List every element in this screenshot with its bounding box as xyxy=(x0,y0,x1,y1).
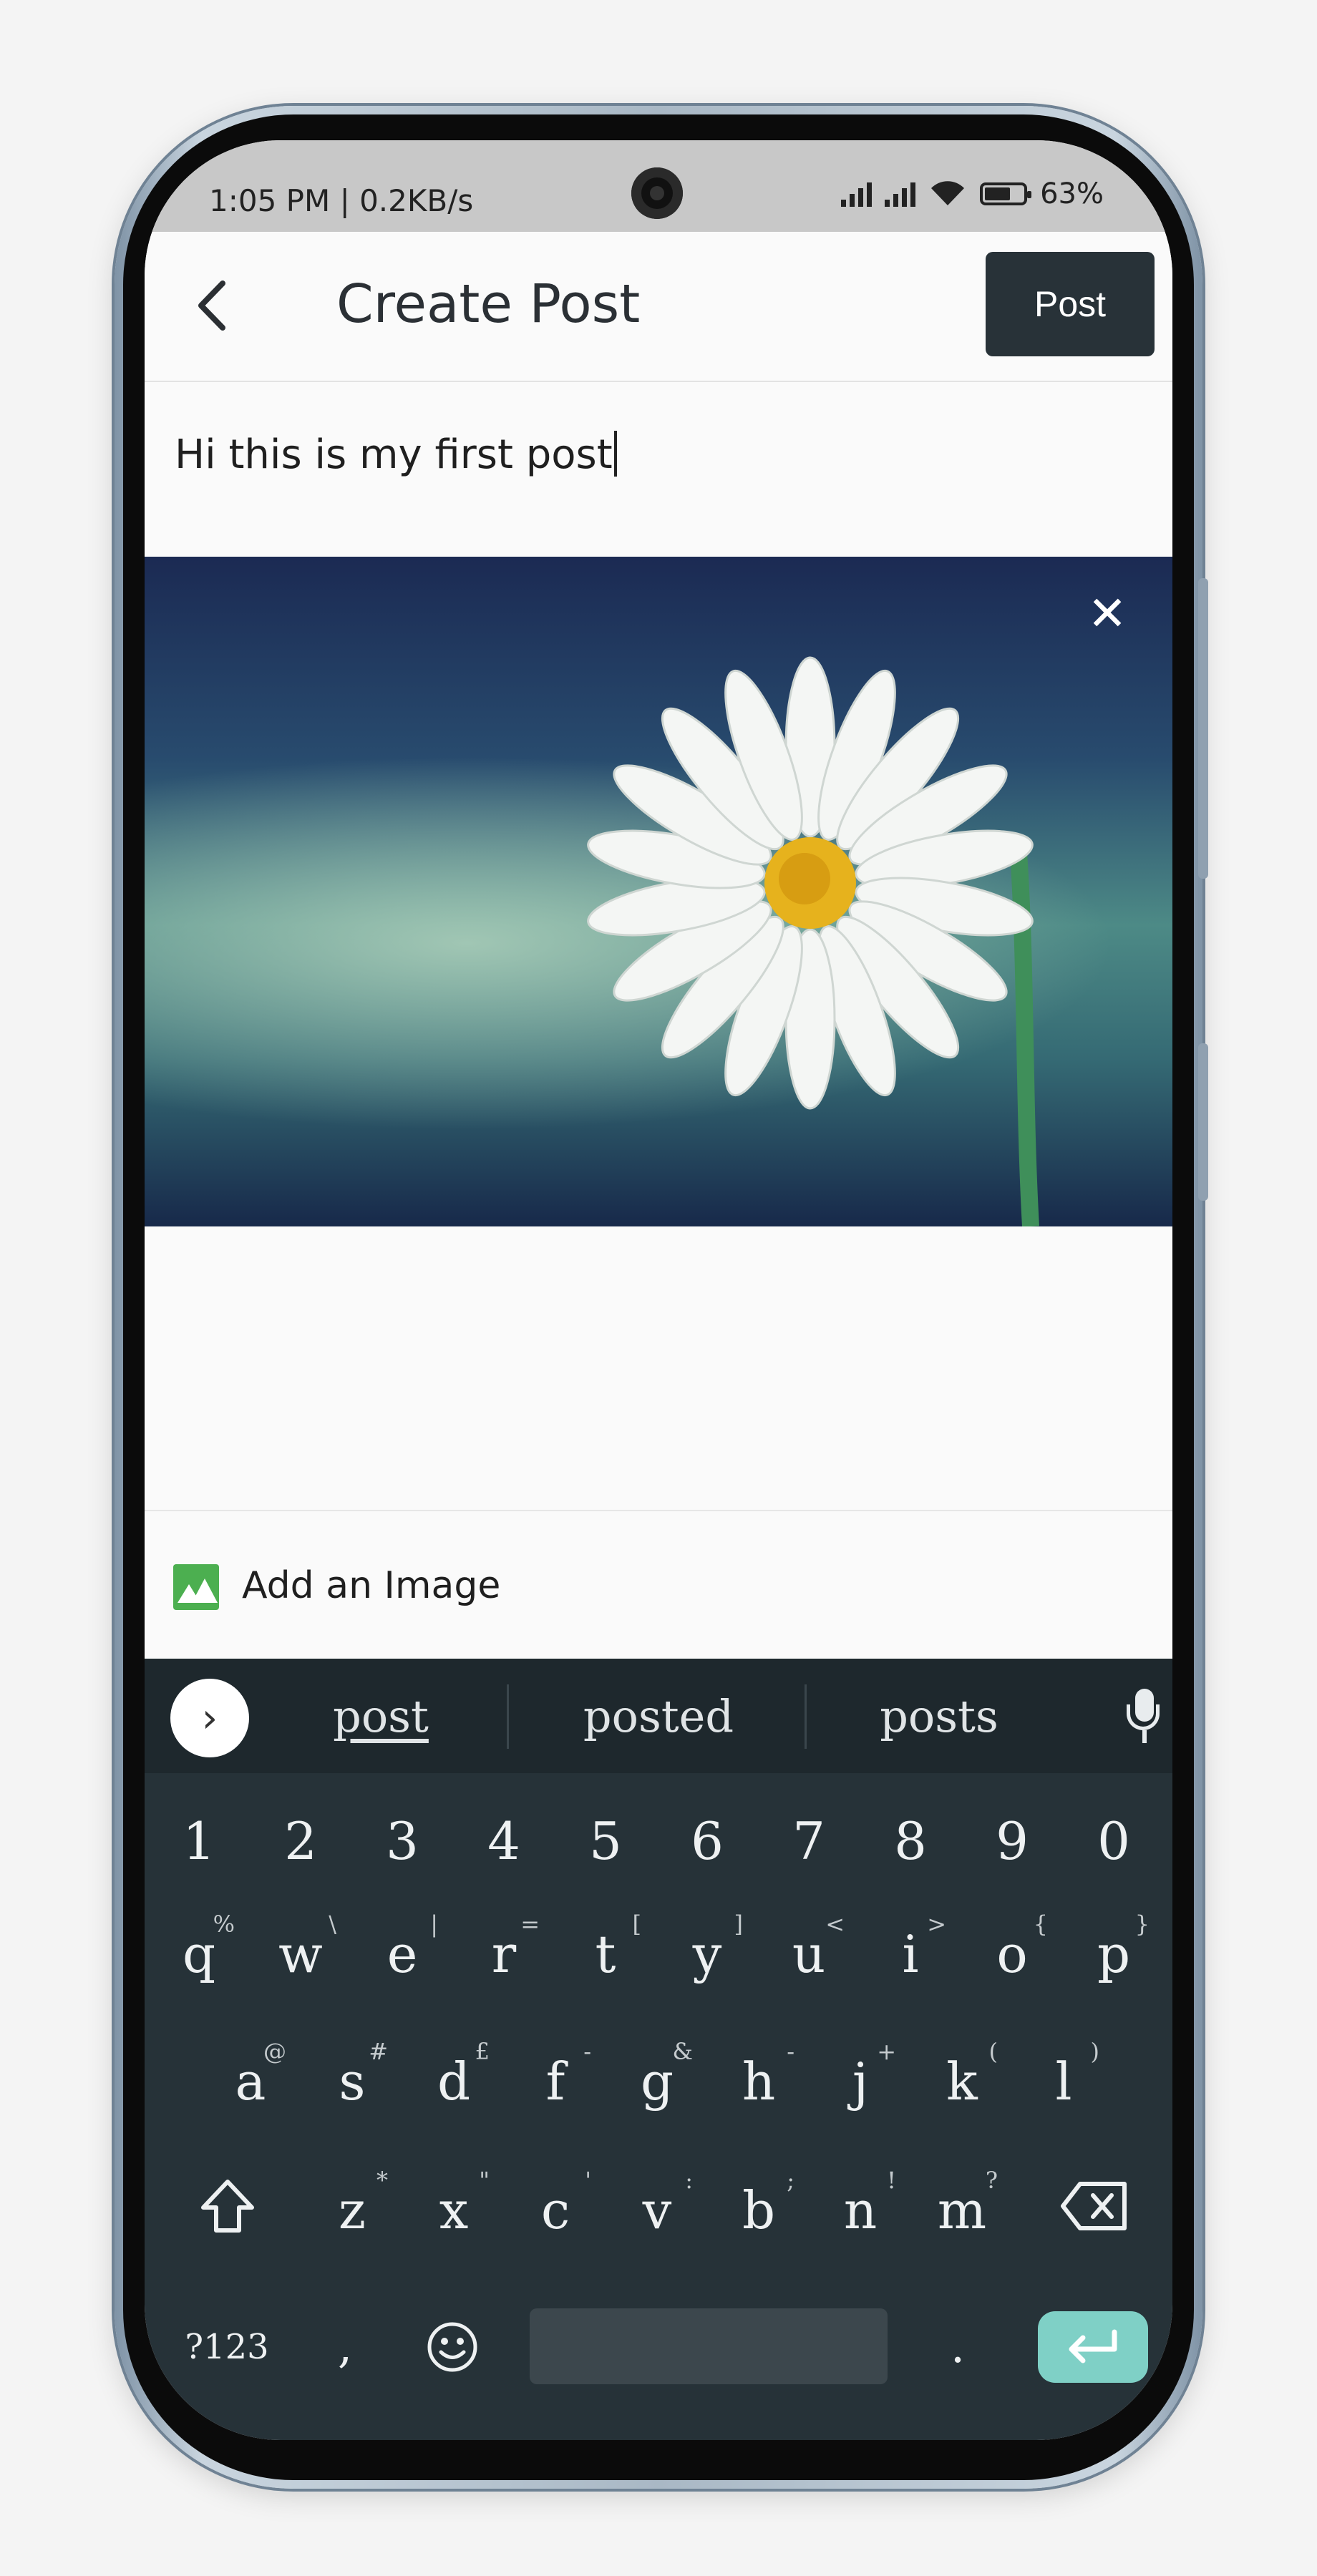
image-icon xyxy=(173,1564,219,1610)
key-m[interactable]: m? xyxy=(919,2164,1005,2257)
remove-image-close-icon[interactable]: ✕ xyxy=(1082,586,1132,641)
status-bar: 1:05 PM | 0.2KB/s 63% xyxy=(145,140,1172,232)
key-l[interactable]: l) xyxy=(1021,2035,1107,2128)
key-x[interactable]: x " xyxy=(411,2164,497,2257)
key-3[interactable]: 3 xyxy=(359,1795,445,1888)
suggestion-bar: › post posted posts xyxy=(145,1659,1172,1773)
key-c[interactable]: c ' xyxy=(512,2164,598,2257)
space-bar[interactable] xyxy=(530,2308,888,2384)
backspace-icon[interactable] xyxy=(1048,2167,1141,2245)
chevron-right-icon[interactable]: › xyxy=(170,1679,249,1757)
key-q[interactable]: q% xyxy=(156,1908,242,2001)
key-p[interactable]: p} xyxy=(1071,1908,1157,2001)
key-i[interactable]: i > xyxy=(868,1908,953,2001)
key-h[interactable]: h- xyxy=(716,2035,802,2128)
add-image-label: Add an Image xyxy=(242,1564,501,1607)
key-y[interactable]: y] xyxy=(664,1908,750,2001)
key-n[interactable]: n! xyxy=(817,2164,903,2257)
key-4[interactable]: 4 xyxy=(461,1795,547,1888)
back-arrow-icon[interactable] xyxy=(186,273,236,338)
key-v[interactable]: v: xyxy=(614,2164,700,2257)
comma-key[interactable]: , xyxy=(302,2311,388,2383)
key-o[interactable]: o{ xyxy=(969,1908,1055,2001)
key-0[interactable]: 0 xyxy=(1071,1795,1157,1888)
key-k[interactable]: k( xyxy=(919,2035,1005,2128)
signal-icon xyxy=(885,181,916,207)
key-7[interactable]: 7 xyxy=(766,1795,852,1888)
suggestion-3[interactable]: posts xyxy=(832,1690,1046,1742)
volume-button xyxy=(1198,578,1208,879)
key-a[interactable]: a @ xyxy=(208,2035,293,2128)
emoji-icon[interactable] xyxy=(409,2311,495,2383)
suggestion-divider xyxy=(805,1684,807,1749)
power-button xyxy=(1198,1043,1208,1201)
key-b[interactable]: b; xyxy=(716,2164,802,2257)
post-text-value[interactable]: Hi this is my first post xyxy=(175,431,617,478)
suggestion-divider xyxy=(507,1684,509,1749)
phone-screen: 1:05 PM | 0.2KB/s 63% Create Post Post H… xyxy=(145,140,1172,2440)
key-d[interactable]: d £ xyxy=(411,2035,497,2128)
battery-icon xyxy=(980,182,1032,205)
battery-percent: 63% xyxy=(1040,177,1104,210)
key-u[interactable]: u < xyxy=(766,1908,852,2001)
status-time: 1:05 PM | 0.2KB/s xyxy=(209,183,474,218)
key-2[interactable]: 2 xyxy=(258,1795,344,1888)
symbols-key[interactable]: ?123 xyxy=(173,2311,281,2383)
attached-image: ✕ xyxy=(145,557,1172,1226)
soft-keyboard: › post posted posts 1 2 3 4 5 6 7 8 9 0 … xyxy=(145,1659,1172,2440)
key-e[interactable]: e | xyxy=(359,1908,445,2001)
daisy-illustration xyxy=(587,656,1039,1226)
post-text-field[interactable]: Hi this is my first post xyxy=(145,382,1172,557)
microphone-icon[interactable] xyxy=(1119,1689,1170,1746)
front-camera xyxy=(631,167,683,219)
period-key[interactable]: . xyxy=(915,2311,1001,2383)
post-button[interactable]: Post xyxy=(986,252,1155,356)
shift-icon[interactable] xyxy=(185,2167,271,2245)
key-8[interactable]: 8 xyxy=(868,1795,953,1888)
suggestion-1[interactable]: post xyxy=(273,1690,488,1742)
key-9[interactable]: 9 xyxy=(969,1795,1055,1888)
status-icons: 63% xyxy=(841,177,1104,210)
text-cursor xyxy=(613,431,617,477)
suggestion-2[interactable]: posted xyxy=(551,1690,766,1742)
key-s[interactable]: s # xyxy=(309,2035,395,2128)
add-image-row[interactable]: Add an Image xyxy=(145,1511,1172,1659)
key-6[interactable]: 6 xyxy=(664,1795,750,1888)
wifi-icon xyxy=(931,181,965,205)
key-1[interactable]: 1 xyxy=(156,1795,242,1888)
key-j[interactable]: j + xyxy=(817,2035,903,2128)
key-t[interactable]: t[ xyxy=(563,1908,648,2001)
key-5[interactable]: 5 xyxy=(563,1795,648,1888)
key-r[interactable]: r = xyxy=(461,1908,547,2001)
key-g[interactable]: g & xyxy=(614,2035,700,2128)
page-title: Create Post xyxy=(336,273,641,335)
key-f[interactable]: f- xyxy=(512,2035,598,2128)
key-z[interactable]: z * xyxy=(309,2164,395,2257)
signal-icon xyxy=(841,181,873,207)
key-w[interactable]: w \ xyxy=(258,1908,344,2001)
app-header: Create Post Post xyxy=(145,232,1172,382)
composer-empty-area xyxy=(145,1226,1172,1511)
enter-icon[interactable] xyxy=(1038,2311,1148,2383)
